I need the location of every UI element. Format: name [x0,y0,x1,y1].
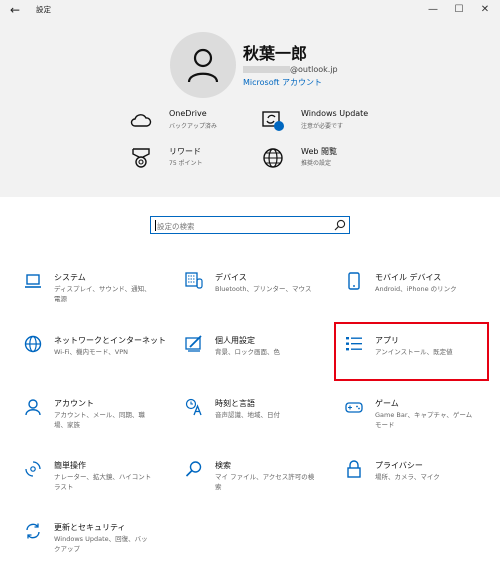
rewards-link[interactable]: リワード 75 ポイント [129,146,259,176]
category-title: ネットワークとインターネット [54,336,166,345]
category-title: プライバシー [375,461,423,470]
cloud-icon [130,114,152,127]
category-ease-of-access[interactable]: 簡単操作 ナレーター、拡大鏡、ハイコントラスト [24,460,179,510]
user-email: @outlook.jp [243,65,338,74]
category-title: アカウント [54,399,94,408]
category-privacy[interactable]: プライバシー 場所、カメラ、マイク [345,460,500,510]
email-suffix: @outlook.jp [290,65,338,74]
lock-icon [347,460,361,478]
keyboard-icon [185,272,203,289]
quick-link-subtitle: 推奨の設定 [301,160,332,167]
globe-icon [263,148,283,168]
category-subtitle: Bluetooth、プリンター、マウス [215,285,312,293]
search-icon[interactable] [334,219,346,231]
category-search[interactable]: 検索 マイ ファイル、アクセス許可の検索 [185,460,340,510]
category-title: 時刻と言語 [215,399,255,408]
update-icon [26,523,40,539]
category-subtitle: 音声認識、地域、日付 [215,411,280,419]
close-button[interactable]: ✕ [472,0,498,20]
email-redaction [243,66,290,73]
phone-icon [348,272,360,290]
window-title: 設定 [36,5,51,14]
category-title: システム [54,273,86,282]
category-subtitle: Wi-Fi、機内モード、VPN [54,348,128,356]
globe-icon [24,335,42,353]
gamepad-icon [345,402,363,413]
category-update-security[interactable]: 更新とセキュリティ Windows Update、回復、バックアップ [24,522,179,569]
category-devices[interactable]: デバイス Bluetooth、プリンター、マウス [185,272,340,322]
search-placeholder: 設定の検索 [157,222,195,231]
person-icon [187,48,219,83]
category-accounts[interactable]: アカウント アカウント、メール、同期、職場、家族 [24,398,179,448]
search-icon [185,461,202,477]
person-icon [25,399,41,416]
paint-icon [185,335,202,352]
category-network-internet[interactable]: ネットワークとインターネット Wi-Fi、機内モード、VPN [24,335,179,385]
time-language-icon [185,398,202,416]
web-browsing-link[interactable]: Web 閲覧 推奨の設定 [261,146,391,176]
avatar[interactable] [170,32,236,98]
user-name: 秋葉一郎 [243,44,308,63]
category-system[interactable]: システム ディスプレイ、サウンド、通知、電源 [24,272,179,322]
category-subtitle: Game Bar、キャプチャ、ゲーム モード [375,411,473,429]
category-title: 個人用設定 [215,336,255,345]
category-title: デバイス [215,273,247,282]
ease-of-access-icon [25,461,41,477]
windows-update-icon [262,111,284,131]
maximize-button[interactable]: ☐ [446,0,472,20]
category-title: 検索 [215,461,231,470]
category-subtitle: Windows Update、回復、バックアップ [54,535,148,553]
settings-search-input[interactable]: 設定の検索 [150,216,350,234]
windows-update-link[interactable]: Windows Update 注意が必要です [261,109,391,139]
category-title: モバイル デバイス [375,273,442,282]
category-title: 簡単操作 [54,461,86,470]
category-title: 更新とセキュリティ [54,523,126,532]
back-button[interactable]: ← [6,2,24,18]
category-mobile-devices[interactable]: モバイル デバイス Android、iPhone のリンク [345,272,500,322]
category-subtitle: 背景、ロック画面、色 [215,348,280,356]
account-header: 秋葉一郎 @outlook.jp Microsoft アカウント OneDriv… [0,20,500,197]
quick-link-title: OneDrive [169,109,207,118]
category-subtitle: マイ ファイル、アクセス許可の検索 [215,473,315,491]
quick-link-title: Windows Update [301,109,369,118]
quick-link-subtitle: 75 ポイント [169,160,203,167]
quick-link-title: Web 閲覧 [301,147,337,156]
medal-icon [132,148,150,168]
category-time-language[interactable]: 時刻と言語 音声認識、地域、日付 [185,398,340,448]
title-bar: ← 設定 — ☐ ✕ [0,0,500,20]
quick-link-title: リワード [169,147,201,156]
minimize-button[interactable]: — [420,0,446,20]
category-subtitle: アカウント、メール、同期、職場、家族 [54,411,145,429]
quick-link-subtitle: 注意が必要です [301,123,344,130]
microsoft-account-link[interactable]: Microsoft アカウント [243,77,322,88]
category-title: ゲーム [375,399,399,408]
category-subtitle: 場所、カメラ、マイク [375,473,440,481]
category-subtitle: Android、iPhone のリンク [375,285,457,293]
laptop-icon [25,274,41,288]
text-caret [155,220,156,231]
category-personalization[interactable]: 個人用設定 背景、ロック画面、色 [185,335,340,385]
category-subtitle: ディスプレイ、サウンド、通知、電源 [54,285,151,303]
onedrive-link[interactable]: OneDrive バックアップ済み [129,109,259,139]
category-subtitle: ナレーター、拡大鏡、ハイコントラスト [54,473,152,491]
category-gaming[interactable]: ゲーム Game Bar、キャプチャ、ゲーム モード [345,398,500,448]
quick-link-subtitle: バックアップ済み [169,123,218,130]
apps-highlight-frame [334,322,489,381]
